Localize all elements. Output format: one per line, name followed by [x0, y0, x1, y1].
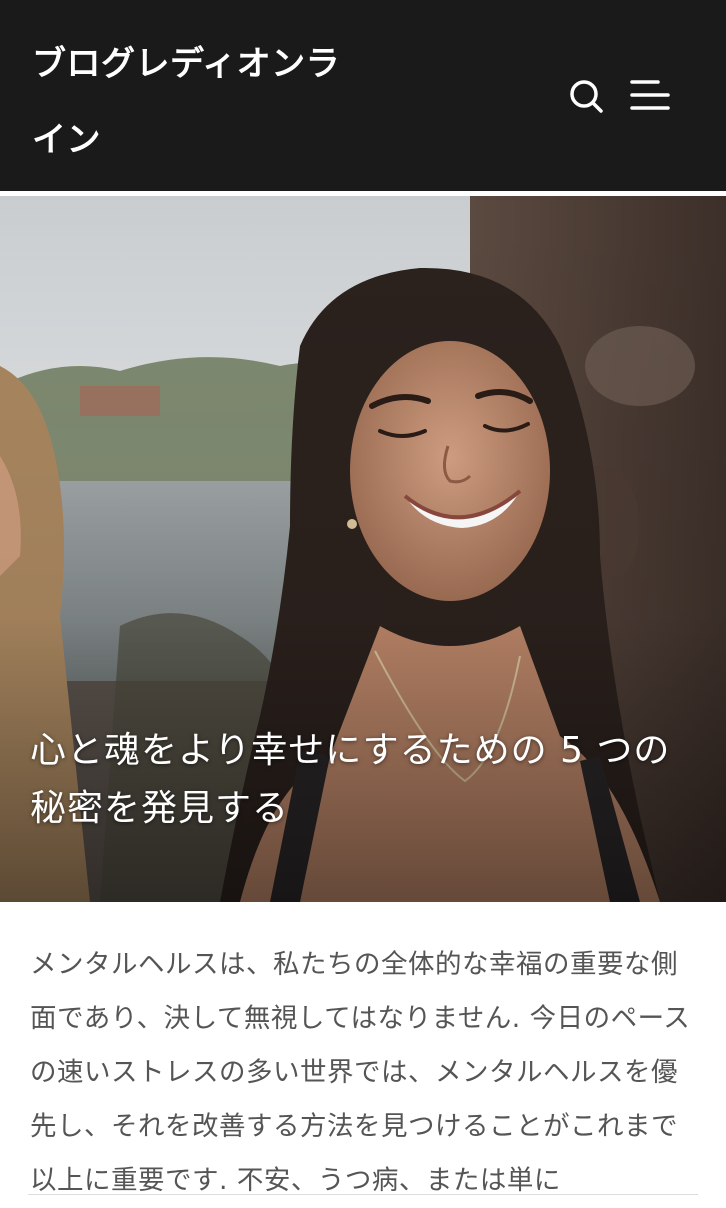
search-button[interactable] — [566, 76, 606, 116]
search-icon — [570, 80, 603, 113]
content-divider — [28, 1194, 698, 1195]
site-title[interactable]: ブログレディオンライン — [32, 26, 362, 178]
menu-icon — [630, 80, 670, 110]
hero-banner[interactable]: 心と魂をより幸せにするための 5 つの秘密を発見する — [0, 196, 726, 902]
article-intro-text: メンタルヘルスは、私たちの全体的な幸福の重要な側面であり、決して無視してはなりま… — [30, 949, 691, 1196]
site-header: ブログレディオンライン — [0, 0, 726, 191]
hero-article-title[interactable]: 心と魂をより幸せにするための 5 つの秘密を発見する — [30, 722, 680, 838]
menu-button[interactable] — [628, 76, 672, 116]
